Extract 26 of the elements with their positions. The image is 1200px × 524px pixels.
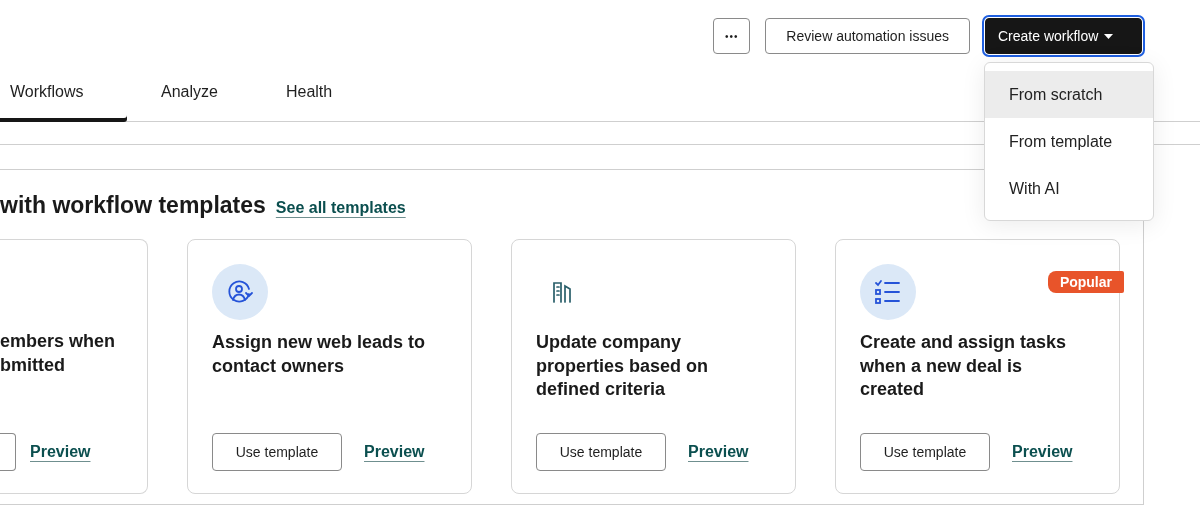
tab[interactable]: Health <box>251 62 367 122</box>
use-template-button[interactable]: Use template <box>212 433 342 471</box>
tab[interactable]: Workflows <box>0 62 127 122</box>
preview-link[interactable]: Preview <box>1012 443 1073 461</box>
review-issues-button[interactable]: Review automation issues <box>765 18 970 54</box>
preview-link[interactable]: Preview <box>364 443 425 461</box>
checklist-icon <box>874 279 902 305</box>
menu-item[interactable]: From template <box>985 118 1153 165</box>
menu-item[interactable]: With AI <box>985 165 1153 212</box>
preview-link[interactable]: Preview <box>30 443 91 461</box>
create-workflow-button[interactable]: Create workflow <box>985 18 1142 54</box>
use-template-button[interactable]: Use template <box>536 433 666 471</box>
tab[interactable]: Analyze <box>127 62 252 122</box>
template-title: Update company properties based on defined criteria <box>536 331 710 401</box>
template-title: Assign new web leads to contact owners <box>212 331 427 378</box>
more-button[interactable]: ••• <box>713 18 751 54</box>
preview-link[interactable]: Preview <box>688 443 749 461</box>
template-title: embers when bmitted <box>0 330 117 377</box>
see-all-templates-link[interactable]: See all templates <box>275 199 406 217</box>
use-template-button[interactable] <box>0 433 16 471</box>
popular-badge: Popular <box>1047 271 1124 293</box>
template-title: Create and assign tasks when a new deal is created <box>860 331 1068 401</box>
section-heading: with workflow templates <box>0 192 266 219</box>
caret-icon <box>1104 33 1114 39</box>
menu-item[interactable]: From scratch <box>985 71 1153 118</box>
use-template-button[interactable]: Use template <box>860 433 990 471</box>
